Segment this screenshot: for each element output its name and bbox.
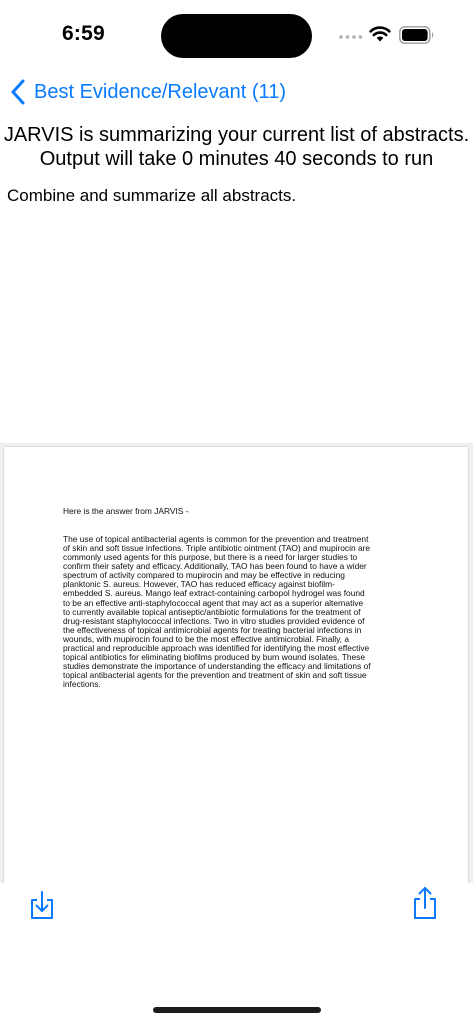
dynamic-island: [161, 14, 312, 58]
document-line: infections.: [63, 679, 101, 690]
back-button[interactable]: Best Evidence/Relevant (11): [10, 76, 286, 108]
instruction-text: Combine and summarize all abstracts.: [7, 186, 297, 205]
share-button[interactable]: [411, 885, 439, 921]
share-icon: [414, 887, 436, 919]
chevron-left-icon: [11, 79, 25, 105]
wifi-icon: [369, 26, 391, 42]
status-time: 6:59: [62, 22, 105, 45]
status-line-2: Output will take 0 minutes 40 seconds to…: [39, 148, 434, 170]
download-icon: [31, 891, 53, 919]
document-body: The use of topical antibacterial agents …: [63, 534, 413, 690]
download-button[interactable]: [28, 889, 56, 921]
document-intro: Here is the answer from JARVIS -: [63, 506, 189, 516]
back-button-label: Best Evidence/Relevant (11): [34, 80, 286, 103]
document-preview[interactable]: Here is the answer from JARVIS - The use…: [0, 443, 473, 883]
battery-icon: [399, 26, 434, 44]
bottom-toolbar: [0, 883, 473, 1024]
status-bar: 6:59: [0, 0, 473, 72]
home-indicator[interactable]: [153, 1007, 321, 1013]
cellular-signal-icon: [339, 35, 363, 39]
document-line: topical antibacterial agents for the pre…: [63, 670, 367, 681]
status-line-1: JARVIS is summarizing your current list …: [3, 124, 470, 146]
document-page: Here is the answer from JARVIS - The use…: [4, 447, 468, 883]
summary-status-header: JARVIS is summarizing your current list …: [0, 123, 473, 171]
